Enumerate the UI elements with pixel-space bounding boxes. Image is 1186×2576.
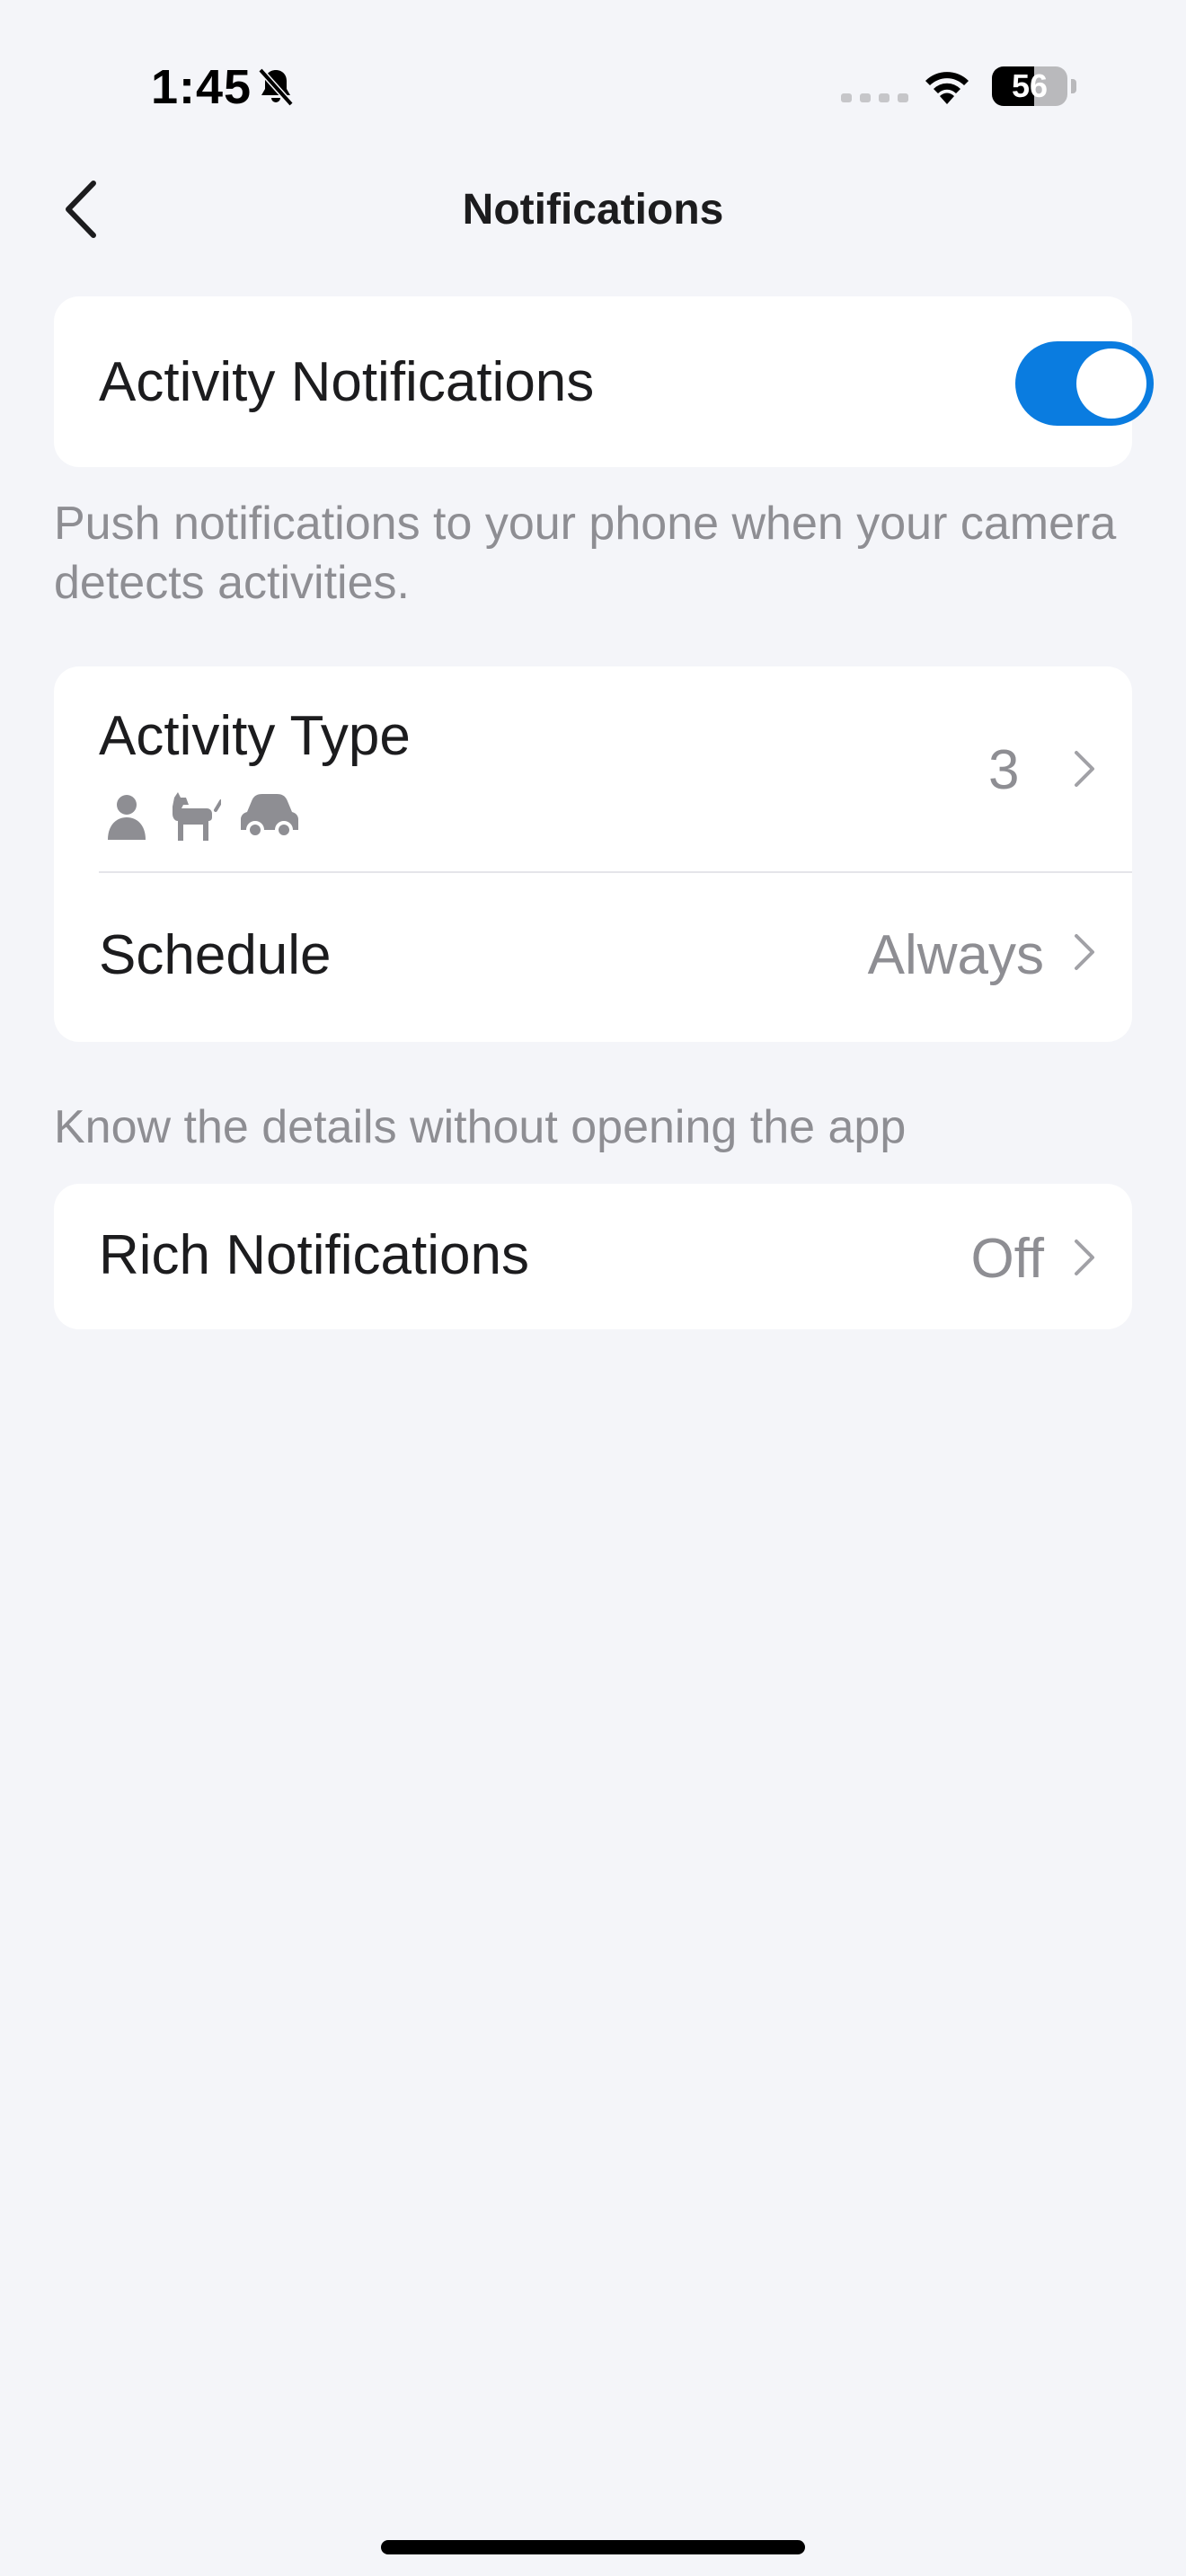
cellular-signal-icon — [841, 93, 908, 102]
rich-notifications-caption: Know the details without opening the app — [54, 1101, 907, 1153]
bell-slash-icon — [258, 67, 294, 107]
pet-icon — [173, 792, 221, 841]
activity-type-icons — [106, 792, 298, 841]
schedule-value: Always — [867, 924, 1044, 986]
wifi-icon — [925, 72, 969, 104]
chevron-right-icon — [1075, 1239, 1094, 1275]
activity-type-label: Activity Type — [99, 705, 411, 767]
rich-notifications-label: Rich Notifications — [99, 1224, 529, 1286]
battery-tip — [1071, 79, 1076, 93]
status-bar: 1:45 56 — [0, 0, 1186, 135]
chevron-right-icon — [1075, 934, 1094, 970]
activity-notifications-toggle[interactable] — [1015, 341, 1154, 426]
person-icon — [108, 795, 146, 840]
notifications-screen: 1:45 56 Notifications Activity Notificat… — [0, 0, 1186, 2576]
activity-type-value: 3 — [988, 739, 1020, 801]
page-title: Notifications — [462, 186, 724, 234]
schedule-label: Schedule — [99, 924, 332, 986]
rich-notifications-row[interactable]: Rich Notifications Off — [54, 1184, 1132, 1329]
activity-notifications-row: Activity Notifications — [54, 296, 1154, 467]
schedule-row[interactable]: Schedule Always — [54, 873, 1132, 1042]
toggle-knob — [1076, 348, 1146, 419]
rich-notifications-value: Off — [970, 1228, 1044, 1290]
activity-notifications-description: Push notifications to your phone when yo… — [54, 498, 1117, 609]
chevron-right-icon — [1075, 751, 1094, 787]
vehicle-icon — [241, 794, 298, 839]
battery-icon: 56 — [992, 66, 1067, 106]
activity-type-row[interactable]: Activity Type 3 — [54, 666, 1132, 871]
home-indicator[interactable] — [381, 2540, 805, 2554]
activity-settings-card: Activity Type 3 Schedule Always — [54, 666, 1132, 1042]
status-time: 1:45 — [151, 60, 252, 114]
battery-level: 56 — [1011, 67, 1049, 104]
activity-notifications-label: Activity Notifications — [99, 351, 595, 413]
